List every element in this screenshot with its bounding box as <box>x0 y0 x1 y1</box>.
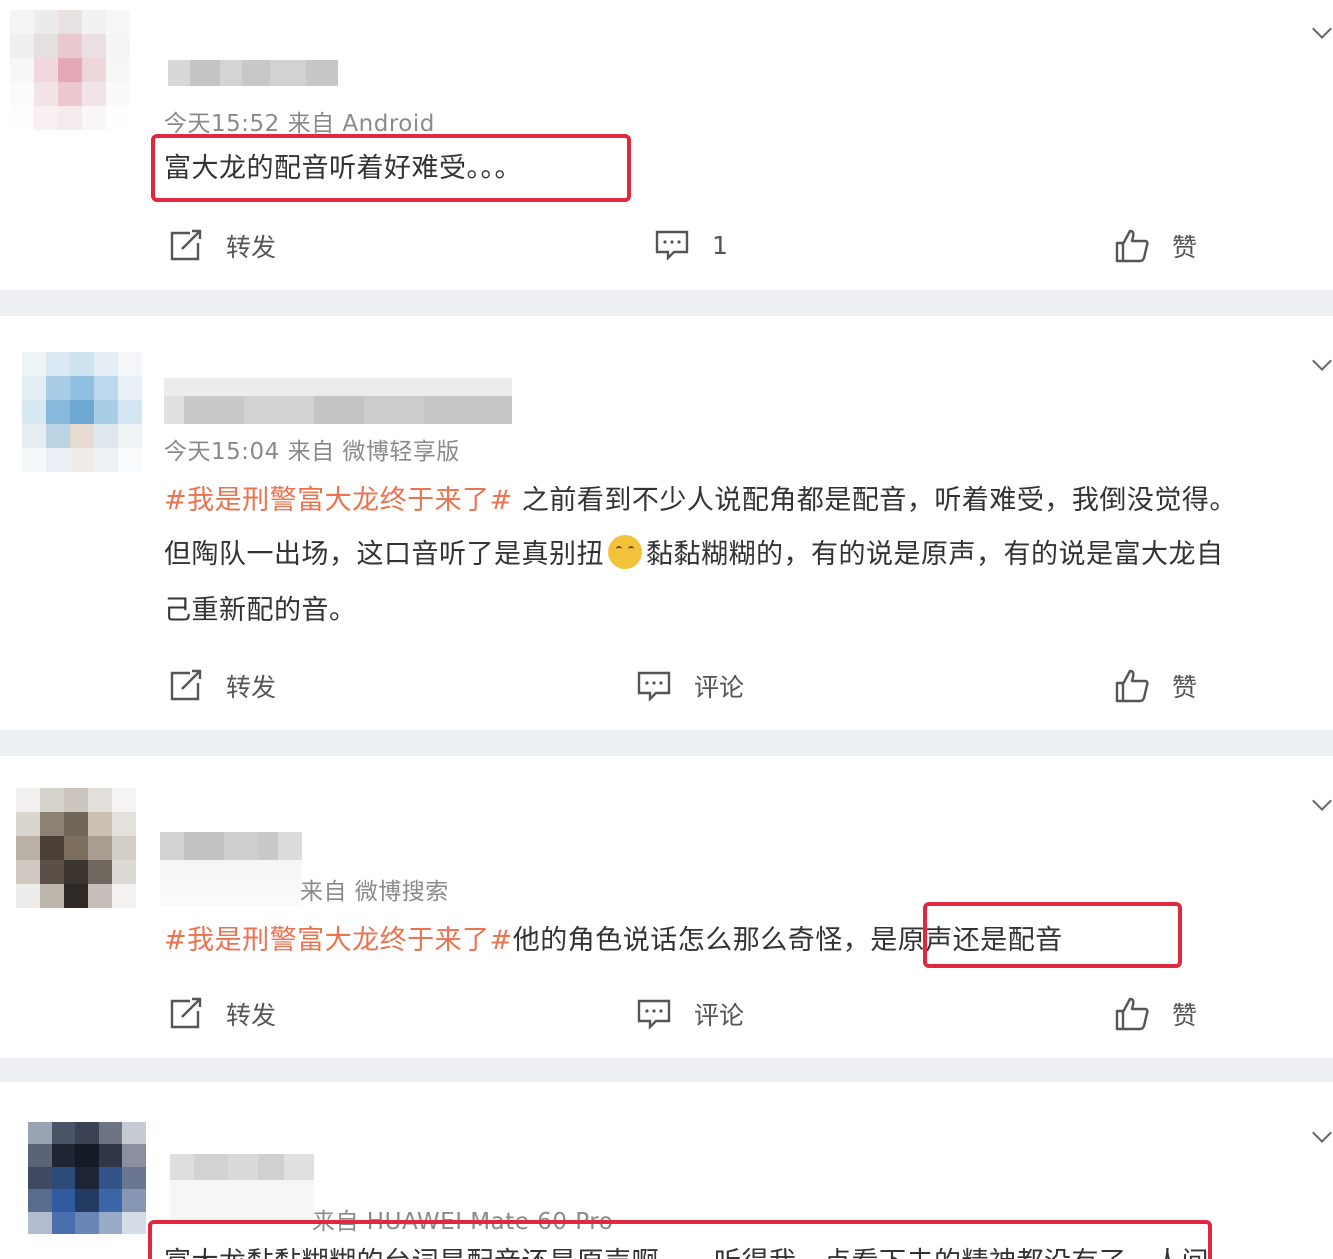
post-card: 来自 HUAWEI Mate 60 Pro 富大龙黏黏糊糊的台词是配音还是原声啊… <box>0 1082 1333 1259</box>
avatar[interactable] <box>10 10 130 130</box>
post-text: 但陶队一出场，这口音听了是真别扭 <box>164 539 604 570</box>
like-button[interactable]: 赞 <box>1114 996 1197 1032</box>
thumbs-up-icon <box>1115 669 1149 703</box>
post-text-line-2: 但陶队一出场，这口音听了是真别扭 黏黏糊糊的，有的说是原声，有的说是富大龙自 <box>164 532 1224 571</box>
repost-icon <box>170 229 202 261</box>
username-blurred[interactable] <box>170 1154 314 1224</box>
like-button[interactable]: 赞 <box>1114 228 1197 264</box>
repost-label: 转发 <box>226 233 277 262</box>
chevron-down-icon[interactable] <box>1312 351 1332 371</box>
repost-button[interactable]: 转发 <box>168 668 276 704</box>
like-label: 赞 <box>1172 673 1198 702</box>
thumbs-up-icon <box>1115 997 1149 1031</box>
highlight-box <box>923 902 1182 968</box>
comment-label: 评论 <box>694 673 745 702</box>
post-text-line-1: #我是刑警富大龙终于来了# 之前看到不少人说配角都是配音，听着难受，我倒没觉得。 <box>164 478 1237 517</box>
post-card: 来自 微博搜索 #我是刑警富大龙终于来了#他的角色说话怎么那么奇怪，是原声还是配… <box>0 756 1333 1058</box>
chevron-down-icon[interactable] <box>1312 1123 1332 1143</box>
like-button[interactable]: 赞 <box>1114 668 1197 704</box>
comment-count: 1 <box>712 230 728 260</box>
username-blurred[interactable] <box>160 832 302 906</box>
avatar[interactable] <box>16 788 136 908</box>
username-blurred[interactable] <box>168 60 338 86</box>
like-label: 赞 <box>1172 1001 1198 1030</box>
comment-button[interactable]: 评论 <box>636 668 744 704</box>
comment-icon <box>637 999 671 1030</box>
comment-icon <box>637 671 671 702</box>
chevron-down-icon[interactable] <box>1312 19 1332 39</box>
repost-button[interactable]: 转发 <box>168 996 276 1032</box>
repost-label: 转发 <box>226 673 277 702</box>
post-text-line-3: 己重新配的音。 <box>164 595 357 626</box>
hashtag-link[interactable]: #我是刑警富大龙终于来了# <box>164 485 513 516</box>
thumbs-up-icon <box>1115 229 1149 263</box>
like-label: 赞 <box>1172 233 1198 262</box>
avatar[interactable] <box>22 352 142 472</box>
post-text: 黏黏糊糊的，有的说是原声，有的说是富大龙自 <box>646 539 1224 570</box>
comment-label: 评论 <box>694 1001 745 1030</box>
post-meta: 来自 微博搜索 <box>300 879 449 905</box>
repost-button[interactable]: 转发 <box>168 228 276 264</box>
comment-icon <box>655 230 689 261</box>
comment-button[interactable]: 评论 <box>636 996 744 1032</box>
post-card: 今天15:52 来自 Android 富大龙的配音听着好难受。。。 转发 1 赞 <box>0 0 1333 290</box>
post-meta: 今天15:04 来自 微博轻享版 <box>164 439 460 465</box>
avatar[interactable] <box>28 1122 146 1234</box>
smile-emoji-icon <box>608 535 642 569</box>
username-blurred[interactable] <box>164 378 512 424</box>
post-text: 之前看到不少人说配角都是配音，听着难受，我倒没觉得。 <box>512 485 1237 516</box>
post-card: 今天15:04 来自 微博轻享版 #我是刑警富大龙终于来了# 之前看到不少人说配… <box>0 316 1333 730</box>
chevron-down-icon[interactable] <box>1312 791 1332 811</box>
comment-button[interactable]: 1 <box>654 228 728 262</box>
highlight-box <box>151 134 631 202</box>
repost-icon <box>170 997 202 1029</box>
post-text: 他的角色说话怎么那么奇怪， <box>512 925 871 956</box>
post-meta: 今天15:52 来自 Android <box>164 111 435 137</box>
repost-label: 转发 <box>226 1001 277 1030</box>
repost-icon <box>170 669 202 701</box>
highlight-box <box>148 1220 1212 1259</box>
hashtag-link[interactable]: #我是刑警富大龙终于来了# <box>164 925 513 956</box>
